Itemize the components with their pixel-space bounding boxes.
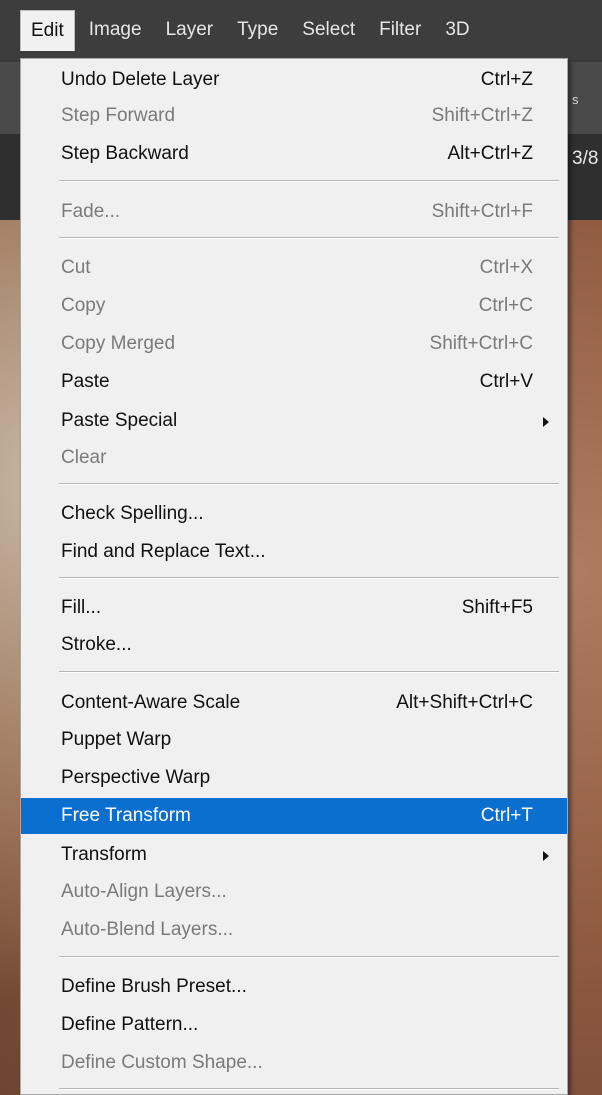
menu-item-label: Fade... — [61, 201, 121, 222]
right-peek: s 3/8 — [566, 0, 602, 1095]
submenu-arrow-icon — [543, 417, 549, 427]
menu-layer[interactable]: Layer — [156, 10, 224, 50]
menu-item-shortcut: Ctrl+X — [479, 257, 533, 278]
menu-item-step-backward[interactable]: Step Backward Alt+Ctrl+Z — [21, 136, 567, 172]
menu-item-label: Transform — [61, 844, 147, 865]
menu-item-shortcut: Ctrl+T — [480, 805, 533, 826]
options-bar-fragment: s — [572, 92, 579, 107]
menu-item-label: Fill... — [61, 597, 102, 618]
menu-item-label: Copy — [61, 295, 106, 316]
menu-item-shortcut: Ctrl+C — [478, 295, 533, 316]
menu-item-label: Auto-Blend Layers... — [61, 919, 234, 940]
menu-item-cut[interactable]: Cut Ctrl+X — [21, 250, 567, 286]
menu-item-label: Define Pattern... — [61, 1014, 199, 1035]
menu-item-label: Step Forward — [61, 105, 176, 126]
menu-item-label: Define Custom Shape... — [61, 1052, 263, 1073]
menu-separator — [59, 237, 559, 239]
menu-item-find-and-replace[interactable]: Find and Replace Text... — [21, 534, 567, 570]
menu-item-puppet-warp[interactable]: Puppet Warp — [21, 722, 567, 758]
menu-separator — [59, 1088, 559, 1090]
menu-item-free-transform[interactable]: Free Transform Ctrl+T — [21, 798, 567, 834]
menu-item-label: Puppet Warp — [61, 729, 172, 750]
menu-item-label: Paste Special — [61, 410, 178, 431]
document-tab-fragment: 3/8 — [572, 148, 599, 169]
menu-edit[interactable]: Edit — [20, 9, 75, 51]
menu-item-undo-delete-layer[interactable]: Undo Delete Layer Ctrl+Z — [21, 62, 567, 98]
menu-item-label: Free Transform — [61, 805, 191, 826]
menu-separator — [59, 577, 559, 579]
menu-item-define-pattern[interactable]: Define Pattern... — [21, 1007, 567, 1043]
menu-item-label: Cut — [61, 257, 91, 278]
menu-item-label: Content-Aware Scale — [61, 692, 241, 713]
menu-item-label: Paste — [61, 371, 110, 392]
menu-item-shortcut: Ctrl+Z — [480, 69, 533, 90]
menu-item-label: Undo Delete Layer — [61, 69, 220, 90]
submenu-arrow-icon — [543, 851, 549, 861]
menu-item-label: Check Spelling... — [61, 503, 204, 524]
menu-item-check-spelling[interactable]: Check Spelling... — [21, 496, 567, 532]
menu-item-copy[interactable]: Copy Ctrl+C — [21, 288, 567, 324]
menu-item-define-brush-preset[interactable]: Define Brush Preset... — [21, 969, 567, 1005]
menu-item-shortcut: Alt+Shift+Ctrl+C — [396, 692, 533, 713]
menu-select[interactable]: Select — [292, 10, 365, 50]
menu-item-label: Stroke... — [61, 634, 132, 655]
menu-item-label: Find and Replace Text... — [61, 541, 266, 562]
menu-item-label: Define Brush Preset... — [61, 976, 247, 997]
menu-bar: Edit Image Layer Type Select Filter 3D — [0, 0, 602, 60]
menu-item-label: Auto-Align Layers... — [61, 881, 227, 902]
menu-item-label: Copy Merged — [61, 333, 176, 354]
menu-type[interactable]: Type — [227, 10, 288, 50]
menu-item-auto-blend-layers[interactable]: Auto-Blend Layers... — [21, 912, 567, 948]
edit-dropdown-menu: Undo Delete Layer Ctrl+Z Step Forward Sh… — [20, 58, 568, 1095]
menu-separator — [59, 956, 559, 958]
menu-separator — [59, 671, 559, 673]
menu-item-shortcut: Ctrl+V — [479, 371, 533, 392]
menu-image[interactable]: Image — [79, 10, 152, 50]
menu-item-shortcut: Shift+Ctrl+C — [429, 333, 533, 354]
menu-separator — [59, 180, 559, 182]
menu-item-shortcut: Shift+F5 — [461, 597, 533, 618]
menu-item-fade[interactable]: Fade... Shift+Ctrl+F — [21, 194, 567, 230]
menu-item-copy-merged[interactable]: Copy Merged Shift+Ctrl+C — [21, 326, 567, 362]
menu-item-define-custom-shape[interactable]: Define Custom Shape... — [21, 1045, 567, 1081]
menu-item-paste[interactable]: Paste Ctrl+V — [21, 364, 567, 400]
menu-item-transform[interactable]: Transform — [21, 837, 567, 873]
menu-item-fill[interactable]: Fill... Shift+F5 — [21, 590, 567, 626]
menu-item-shortcut: Shift+Ctrl+F — [431, 201, 533, 222]
menu-item-paste-special[interactable]: Paste Special — [21, 403, 567, 439]
menu-item-clear[interactable]: Clear — [21, 440, 567, 476]
menu-item-shortcut: Alt+Ctrl+Z — [447, 143, 533, 164]
menu-filter[interactable]: Filter — [369, 10, 431, 50]
menu-item-step-forward[interactable]: Step Forward Shift+Ctrl+Z — [21, 98, 567, 134]
menu-separator — [59, 483, 559, 485]
menu-item-shortcut: Shift+Ctrl+Z — [431, 105, 533, 126]
menu-item-stroke[interactable]: Stroke... — [21, 627, 567, 663]
menu-item-perspective-warp[interactable]: Perspective Warp — [21, 760, 567, 796]
menu-item-label: Clear — [61, 447, 107, 468]
menu-item-auto-align-layers[interactable]: Auto-Align Layers... — [21, 874, 567, 910]
menu-item-label: Step Backward — [61, 143, 189, 164]
menu-3d[interactable]: 3D — [435, 10, 479, 50]
menu-item-content-aware-scale[interactable]: Content-Aware Scale Alt+Shift+Ctrl+C — [21, 685, 567, 721]
menu-item-label: Perspective Warp — [61, 767, 211, 788]
